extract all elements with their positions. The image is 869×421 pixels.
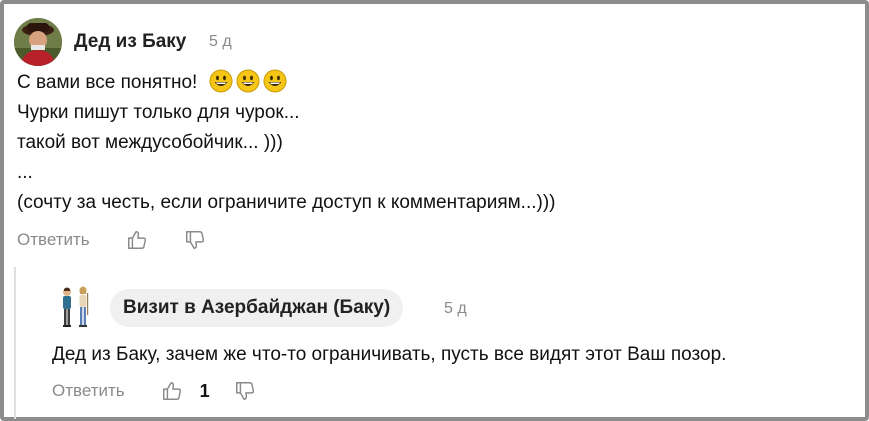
comment-author[interactable]: Дед из Баку: [74, 31, 186, 53]
thumbs-down-icon[interactable]: [184, 229, 206, 251]
reply-body: Дед из Баку, зачем же что-то ограничиват…: [52, 344, 727, 365]
comment-time: 5 д: [209, 33, 232, 50]
grinning-face-icon: [263, 69, 287, 93]
comment-line: ...: [17, 162, 33, 183]
like-count: 1: [199, 380, 210, 401]
reply-button[interactable]: Ответить: [17, 230, 90, 250]
reply-time: 5 д: [444, 300, 467, 317]
avatar[interactable]: [54, 284, 96, 330]
thumbs-down-icon[interactable]: [234, 380, 256, 402]
grinning-face-icon: [236, 69, 260, 93]
avatar[interactable]: [14, 18, 62, 66]
thread-line: [14, 267, 16, 419]
reply-author[interactable]: Визит в Азербайджан (Баку): [110, 289, 404, 327]
comment-line: (сочту за честь, если ограничите доступ …: [17, 192, 556, 213]
comment-line: Чурки пишут только для чурок...: [17, 102, 300, 123]
thumbs-up-icon[interactable]: [161, 380, 183, 402]
reply-actions: Ответить 1: [52, 380, 256, 402]
comment-actions: Ответить: [17, 229, 206, 251]
emoji-group: [209, 69, 287, 93]
comment-thread-frame: Дед из Баку 5 д С вами все понятно! Чурк…: [0, 0, 869, 421]
comment-line: такой вот междусобойчик... ))): [17, 132, 283, 153]
thumbs-up-icon[interactable]: [126, 229, 148, 251]
grinning-face-icon: [209, 69, 233, 93]
comment-body: С вами все понятно! Чурки пишут только д…: [17, 68, 556, 218]
reply-button[interactable]: Ответить: [52, 381, 125, 401]
comment-line: С вами все понятно!: [17, 72, 198, 93]
